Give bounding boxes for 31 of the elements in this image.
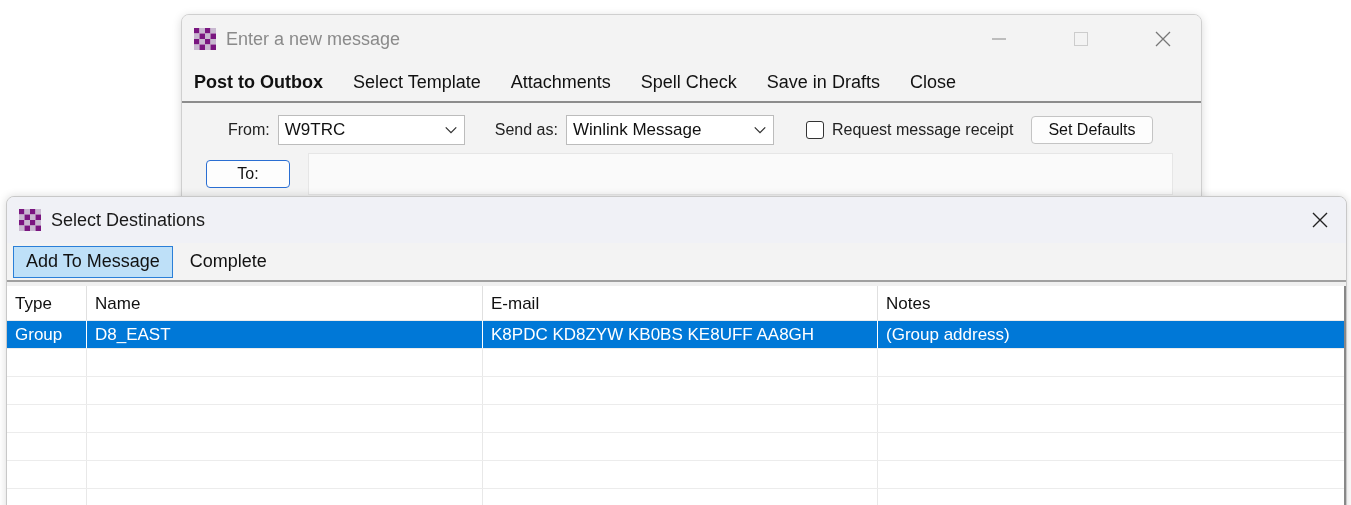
to-button[interactable]: To:	[206, 160, 290, 188]
table-cell: D8_EAST	[86, 321, 482, 348]
table-cell: (Group address)	[877, 321, 1344, 348]
toolbar-button[interactable]: Add To Message	[13, 245, 173, 278]
set-defaults-button[interactable]: Set Defaults	[1031, 116, 1153, 144]
window-title: Enter a new message	[226, 28, 402, 50]
table-cell: K8PDC KD8ZYW KB0BS KE8UFF AA8GH	[482, 321, 877, 348]
window-title: Select Destinations	[51, 209, 207, 231]
to-field[interactable]	[308, 153, 1173, 195]
toolbar-button[interactable]: Complete	[176, 245, 280, 278]
column-header[interactable]: E-mail	[482, 286, 877, 320]
send-as-dropdown[interactable]: Winlink Message	[565, 115, 774, 145]
checkered-logo-icon	[194, 28, 216, 50]
column-header[interactable]: Name	[86, 286, 482, 320]
menu-item[interactable]: Select Template	[353, 71, 481, 93]
table-row[interactable]: Group D8_EAST K8PDC KD8ZYW KB0BS KE8UFF AA8GH (Group address)	[7, 321, 1344, 349]
receipt-checkbox[interactable]	[805, 121, 824, 139]
column-header[interactable]: Type	[7, 286, 86, 320]
menu-item[interactable]: Close	[909, 71, 956, 93]
menu-item[interactable]: Post to Outbox	[194, 71, 323, 93]
column-header[interactable]: Notes	[877, 286, 1344, 320]
menu-item[interactable]: Attachments	[510, 71, 611, 93]
send-as-label: Send as:	[494, 121, 558, 139]
checkered-logo-icon	[19, 209, 41, 232]
menu-item[interactable]: Spell Check	[640, 71, 737, 93]
menu-item[interactable]: Save in Drafts	[766, 71, 880, 93]
close-icon[interactable]	[1312, 212, 1328, 229]
table-cell-text: Group	[14, 324, 64, 346]
from-dropdown[interactable]: W9TRC	[277, 115, 465, 145]
from-label: From:	[228, 121, 270, 139]
receipt-label: Request message receipt	[831, 121, 1014, 139]
